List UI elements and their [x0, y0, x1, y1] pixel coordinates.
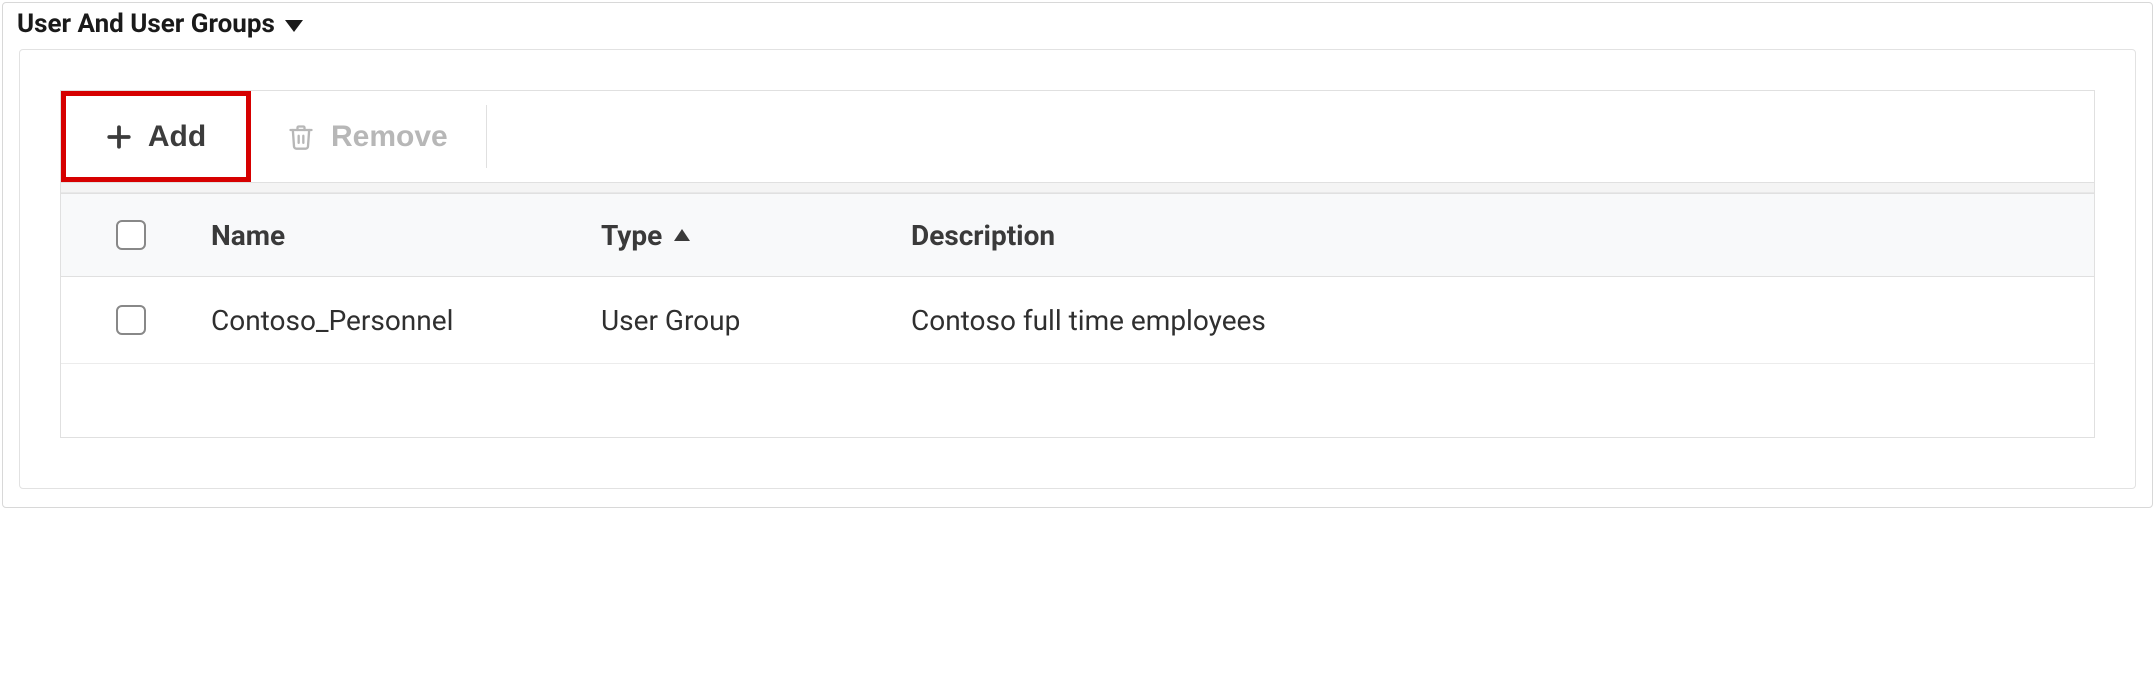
cell-name: Contoso_Personnel — [201, 304, 601, 337]
cell-description: Contoso full time employees — [911, 304, 2094, 337]
column-header-name[interactable]: Name — [201, 219, 601, 252]
toolbar: Add Remove — [60, 90, 2095, 182]
table-separator — [61, 183, 2094, 193]
select-all-checkbox[interactable] — [116, 220, 146, 250]
cell-type: User Group — [601, 304, 911, 337]
table-header: Name Type Description — [61, 193, 2094, 277]
column-header-name-label: Name — [211, 219, 285, 252]
table-footer — [61, 363, 2094, 437]
add-button[interactable]: Add — [61, 91, 251, 182]
plus-icon — [106, 124, 132, 150]
row-checkbox[interactable] — [116, 305, 146, 335]
trash-icon — [287, 122, 315, 152]
section-title: User And User Groups — [17, 9, 275, 39]
content-container: Add Remove — [19, 49, 2136, 489]
column-header-type[interactable]: Type — [601, 219, 911, 252]
section-header[interactable]: User And User Groups — [3, 3, 2152, 43]
table-row[interactable]: Contoso_Personnel User Group Contoso ful… — [61, 277, 2094, 363]
chevron-down-icon — [285, 20, 303, 32]
remove-button-label: Remove — [331, 120, 448, 154]
column-header-type-label: Type — [601, 219, 662, 252]
section-panel: User And User Groups Add — [2, 2, 2153, 508]
data-table: Name Type Description Contoso_Personnel — [60, 182, 2095, 438]
remove-button: Remove — [251, 91, 484, 182]
toolbar-divider — [486, 105, 487, 169]
sort-ascending-icon — [674, 229, 690, 241]
column-header-description[interactable]: Description — [911, 219, 2094, 252]
column-header-description-label: Description — [911, 219, 1055, 252]
select-all-cell — [61, 220, 201, 250]
add-button-label: Add — [148, 120, 206, 154]
row-select-cell — [61, 305, 201, 335]
